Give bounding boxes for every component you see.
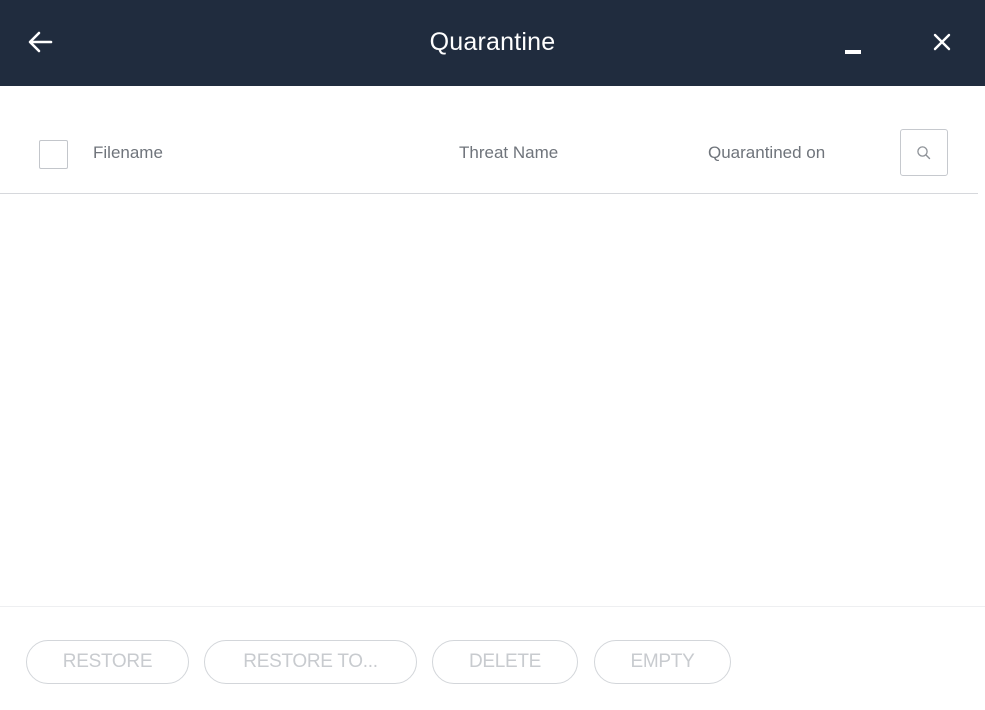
close-icon <box>933 33 951 51</box>
select-all-checkbox[interactable] <box>39 140 68 169</box>
action-bar: RESTORE RESTORE TO... DELETE EMPTY <box>0 606 985 710</box>
close-button[interactable] <box>924 24 960 60</box>
column-header-filename[interactable]: Filename <box>93 142 163 164</box>
quarantine-list <box>0 194 985 606</box>
title-bar: Quarantine <box>0 0 985 86</box>
search-icon <box>917 145 931 159</box>
back-button[interactable] <box>22 24 58 60</box>
restore-to-button[interactable]: RESTORE TO... <box>204 640 417 684</box>
minimize-icon <box>845 50 861 54</box>
search-button[interactable] <box>900 129 948 176</box>
quarantine-window: Quarantine Filename Threat Name Quaranti… <box>0 0 985 710</box>
delete-button[interactable]: DELETE <box>432 640 578 684</box>
column-header-threat-name[interactable]: Threat Name <box>459 142 558 164</box>
arrow-left-icon <box>28 31 53 53</box>
column-header-quarantined-on[interactable]: Quarantined on <box>708 142 825 164</box>
minimize-button[interactable] <box>834 26 870 62</box>
empty-button[interactable]: EMPTY <box>594 640 731 684</box>
restore-button[interactable]: RESTORE <box>26 640 189 684</box>
table-header: Filename Threat Name Quarantined on <box>0 86 978 194</box>
